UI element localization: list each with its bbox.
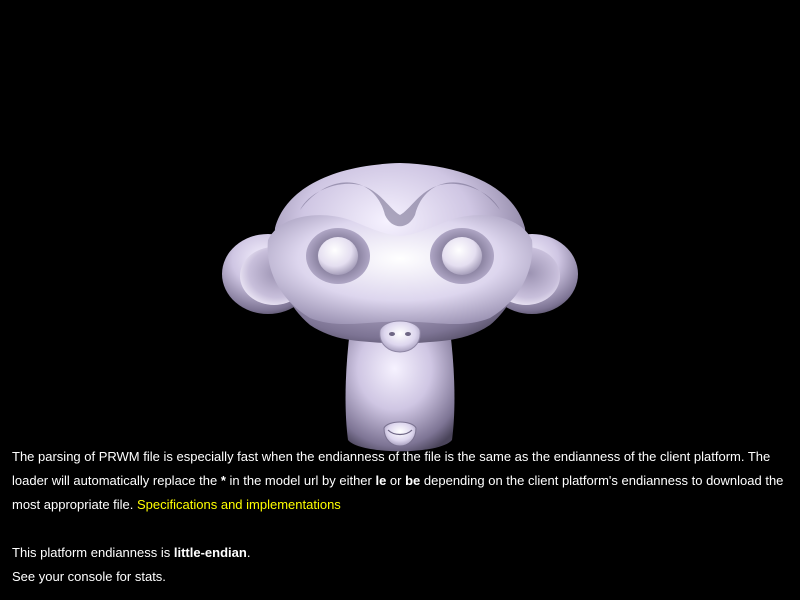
le-label: le xyxy=(375,473,387,488)
description-text-2: in the model url by either xyxy=(225,473,376,488)
endianness-text-2: . xyxy=(246,545,251,560)
description-paragraph: The parsing of PRWM file is especially f… xyxy=(12,445,790,517)
specifications-link[interactable]: Specifications and implementations xyxy=(137,497,341,512)
info-panel: The parsing of PRWM file is especially f… xyxy=(12,445,790,589)
console-note: See your console for stats. xyxy=(12,569,166,584)
endianness-text-1: This platform endianness is xyxy=(12,545,174,560)
endianness-line: This platform endianness is little-endia… xyxy=(12,541,790,565)
endianness-value: little-endian xyxy=(173,545,247,560)
be-label: be xyxy=(405,473,421,488)
description-text-3: or xyxy=(386,473,406,488)
